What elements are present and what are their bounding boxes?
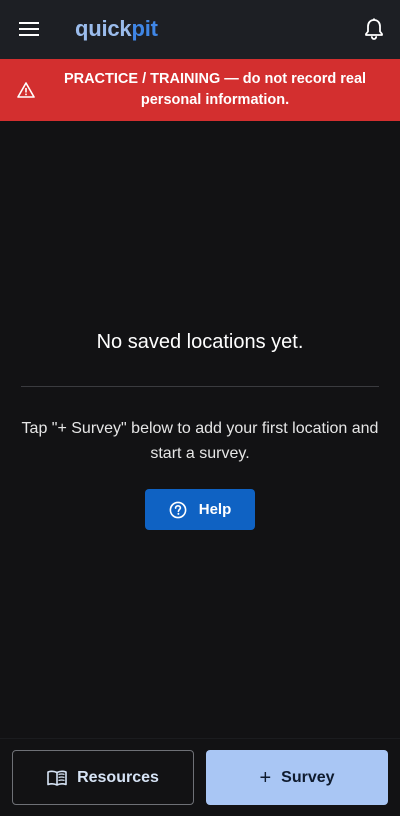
add-survey-button[interactable]: + Survey — [206, 750, 388, 805]
help-label: Help — [198, 501, 232, 518]
question-circle-icon — [169, 501, 187, 519]
empty-state-subtitle: Tap "+ Survey" below to add your first l… — [21, 420, 379, 462]
practice-warning-banner: PRACTICE / TRAINING — do not record real… — [0, 59, 400, 121]
menu-button[interactable] — [17, 17, 41, 41]
empty-state-title: No saved locations yet. — [96, 331, 304, 353]
warning-triangle-icon — [17, 82, 35, 98]
brand-part-1: quick — [75, 16, 132, 41]
bottom-action-bar: Resources + Survey — [0, 738, 400, 816]
app-bar: quickpit — [0, 0, 400, 59]
book-icon — [47, 770, 67, 786]
bell-icon — [365, 18, 383, 40]
hamburger-menu-icon — [19, 22, 39, 36]
brand-part-2: pit — [131, 16, 158, 41]
app-logo[interactable]: quickpit — [75, 13, 158, 45]
plus-icon: + — [259, 766, 272, 789]
resources-button[interactable]: Resources — [12, 750, 194, 805]
notifications-button[interactable] — [362, 17, 386, 41]
help-button[interactable]: Help — [145, 489, 255, 530]
banner-text: PRACTICE / TRAINING — do not record real… — [63, 71, 367, 108]
survey-label: Survey — [281, 768, 335, 786]
resources-label: Resources — [77, 768, 159, 786]
divider — [21, 386, 379, 387]
